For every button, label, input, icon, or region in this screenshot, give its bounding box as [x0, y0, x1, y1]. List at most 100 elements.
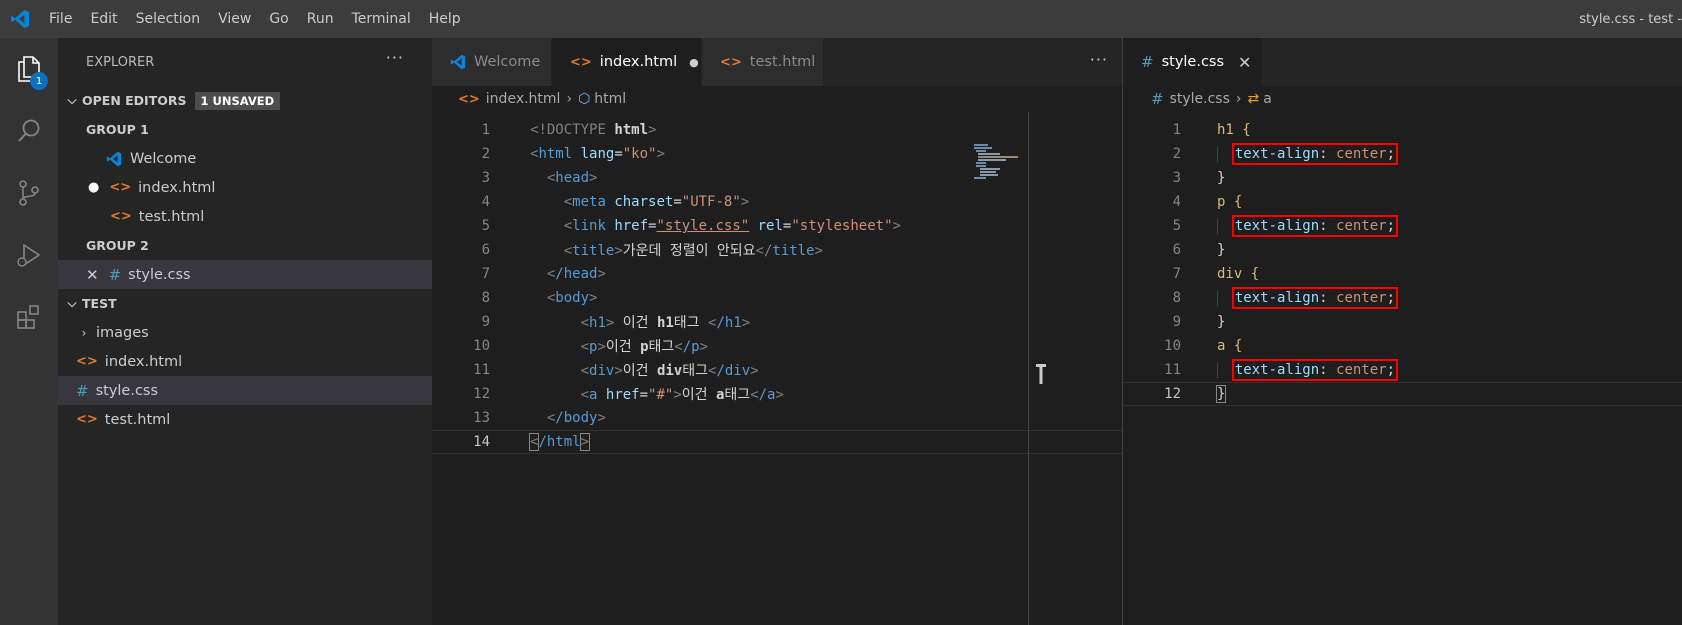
- extensions-icon[interactable]: [0, 286, 58, 348]
- code-token: /h1: [716, 315, 742, 331]
- breadcrumb: <> index.html › ⬡ html: [432, 86, 1122, 112]
- code-line: 4 p {: [1123, 190, 1682, 214]
- code-token: center: [1336, 290, 1387, 306]
- highlight-box: text-align: center;: [1231, 143, 1399, 165]
- unsaved-badge: 1 UNSAVED: [194, 91, 281, 110]
- code-editor[interactable]: 1 h1 { 2 text-align: center; 3 } 4 p { 5…: [1123, 118, 1682, 406]
- breadcrumb-file[interactable]: index.html: [486, 91, 561, 107]
- close-icon[interactable]: ✕: [1238, 53, 1251, 72]
- open-editor-welcome[interactable]: Welcome: [58, 144, 432, 173]
- menu-help[interactable]: Help: [420, 0, 470, 38]
- line-number: 6: [481, 242, 490, 258]
- code-line: 2 text-align: center;: [1123, 142, 1682, 166]
- css-icon: #: [76, 381, 89, 400]
- code-token: a: [589, 387, 598, 403]
- chevron-down-icon: ⌵: [67, 93, 77, 107]
- code-line: 6 }: [1123, 238, 1682, 262]
- tree-item-style-css[interactable]: # style.css: [58, 376, 432, 405]
- code-token: lang: [580, 146, 615, 162]
- line-number: 5: [481, 218, 490, 234]
- vertical-scrollbar[interactable]: [1028, 112, 1029, 625]
- line-number: 3: [1172, 170, 1181, 186]
- tab-welcome[interactable]: Welcome: [432, 38, 552, 86]
- tree-item-test-html[interactable]: <> test.html: [58, 405, 432, 434]
- tab-label: Welcome: [474, 54, 541, 70]
- code-line: 8 text-align: center;: [1123, 286, 1682, 310]
- open-editor-label: test.html: [138, 208, 205, 225]
- code-line: 5 <link href="style.css" rel="stylesheet…: [432, 214, 1122, 238]
- open-editor-index-html[interactable]: ● <> index.html: [58, 173, 432, 202]
- breadcrumb-file[interactable]: style.css: [1170, 91, 1230, 107]
- code-token: h1 {: [1217, 122, 1251, 138]
- source-control-icon[interactable]: [0, 162, 58, 224]
- line-number: 11: [1164, 362, 1181, 378]
- unsaved-dot-icon[interactable]: ●: [689, 56, 699, 69]
- menu-view[interactable]: View: [209, 0, 260, 38]
- code-line-current: 14 </html>: [432, 430, 1122, 454]
- menu-go[interactable]: Go: [260, 0, 297, 38]
- chevron-right-icon: ›: [1235, 91, 1242, 107]
- explorer-icon[interactable]: 1: [0, 38, 58, 100]
- group-1-label: GROUP 1: [86, 122, 149, 137]
- tab-style-css[interactable]: # style.css ✕: [1123, 38, 1263, 86]
- explorer-title: EXPLORER: [86, 54, 155, 70]
- editor-more-button[interactable]: ···: [1090, 50, 1108, 69]
- code-line: 6 <title>가운데 정렬이 안되요</title>: [432, 238, 1122, 262]
- code-token: meta: [572, 194, 606, 210]
- menu-selection[interactable]: Selection: [127, 0, 210, 38]
- line-number: 2: [481, 146, 490, 162]
- code-token: h1: [589, 315, 606, 331]
- tree-item-images[interactable]: › images: [58, 318, 432, 347]
- search-icon[interactable]: [0, 100, 58, 162]
- code-token: /html: [538, 434, 581, 450]
- selector-icon: ⇄: [1247, 91, 1260, 107]
- explorer-more-button[interactable]: ···: [386, 48, 404, 67]
- code-line: 9 <h1> 이건 h1태그 </h1>: [432, 310, 1122, 334]
- code-token: 이건: [622, 363, 657, 379]
- tab-label: index.html: [599, 54, 678, 70]
- css-icon: #: [108, 265, 122, 284]
- tab-index-html[interactable]: <> index.html ●: [552, 38, 702, 86]
- line-number: 12: [473, 386, 490, 402]
- code-token: "ko": [622, 146, 657, 162]
- breadcrumb-symbol[interactable]: a: [1263, 91, 1272, 107]
- html-icon: <>: [458, 91, 480, 107]
- code-token: body: [555, 290, 590, 306]
- vscode-icon: [106, 151, 122, 167]
- css-icon: #: [1141, 53, 1154, 71]
- line-number: 4: [481, 194, 490, 210]
- menu-run[interactable]: Run: [298, 0, 343, 38]
- minimap[interactable]: [972, 142, 1032, 182]
- breadcrumb: # style.css › ⇄ a: [1123, 86, 1682, 112]
- text-cursor-icon: [1036, 364, 1046, 384]
- workspace-label: TEST: [82, 296, 117, 311]
- editor-group-1: Welcome <> index.html ● <> test.html ···…: [432, 38, 1122, 625]
- workspace-section[interactable]: ⌵ TEST: [58, 289, 432, 318]
- line-number: 12: [1164, 386, 1181, 402]
- code-line: 11 <div>이건 div태그</div>: [432, 358, 1122, 382]
- code-token: 가운데 정렬이 안되요: [622, 243, 756, 259]
- code-line: 7 </head>: [432, 262, 1122, 286]
- code-token: center: [1336, 218, 1387, 234]
- code-line: 8 <body>: [432, 286, 1122, 310]
- code-line: 4 <meta charset="UTF-8">: [432, 190, 1122, 214]
- open-editor-style-css[interactable]: ✕ # style.css: [58, 260, 432, 289]
- open-editors-section[interactable]: ⌵ OPEN EDITORS 1 UNSAVED: [58, 86, 432, 115]
- open-editor-test-html[interactable]: <> test.html: [58, 202, 432, 231]
- code-token: /div: [716, 363, 751, 379]
- line-number: 1: [1172, 122, 1181, 138]
- close-icon[interactable]: ✕: [86, 266, 99, 284]
- menu-file[interactable]: File: [40, 0, 81, 38]
- menu-edit[interactable]: Edit: [81, 0, 126, 38]
- tab-test-html[interactable]: <> test.html: [702, 38, 824, 86]
- run-debug-icon[interactable]: [0, 224, 58, 286]
- chevron-right-icon: ›: [81, 325, 87, 340]
- menu-terminal[interactable]: Terminal: [343, 0, 420, 38]
- tree-item-index-html[interactable]: <> index.html: [58, 347, 432, 376]
- code-token: center: [1336, 146, 1387, 162]
- code-token: 이건: [681, 387, 716, 403]
- code-token: html: [614, 122, 649, 138]
- vscode-logo-icon: [0, 0, 40, 38]
- open-editor-label: style.css: [128, 266, 191, 283]
- breadcrumb-symbol[interactable]: html: [594, 91, 626, 107]
